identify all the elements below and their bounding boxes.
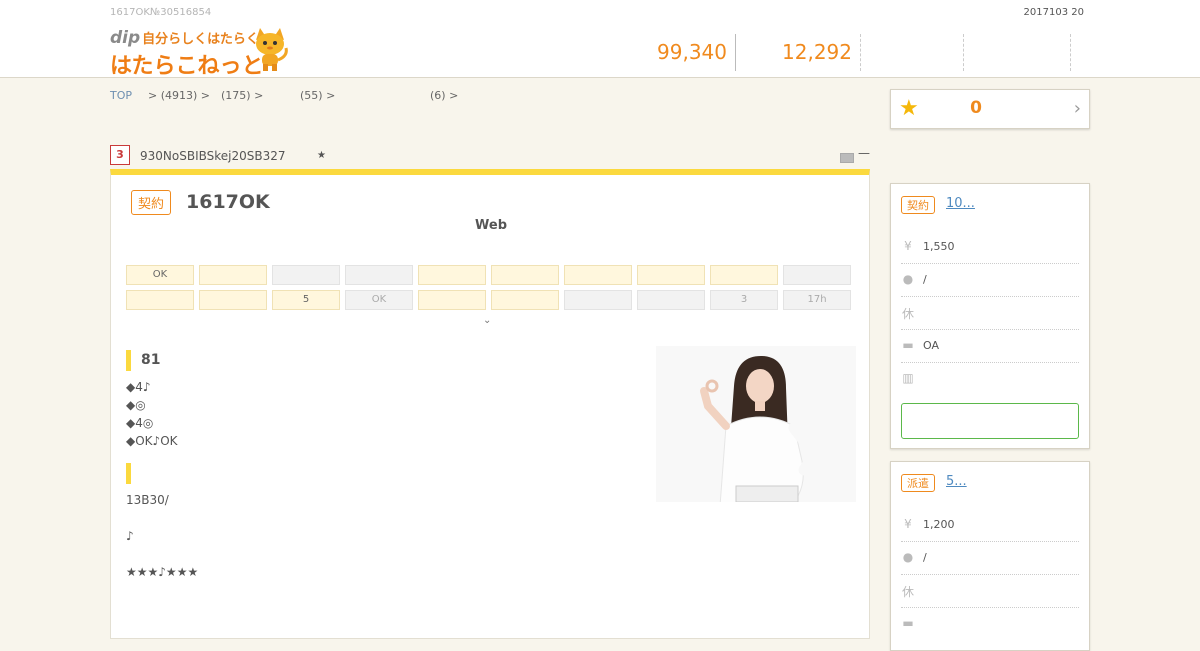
detail-line: ♪ [126,529,134,543]
job-type-value: OA [923,339,939,352]
job-star: ★ [317,150,326,161]
feature-tag [637,290,705,310]
briefcase-icon: ▬ [902,338,914,352]
feature-tag [199,290,267,310]
logo-name: はたらこねっと [110,54,264,79]
feature-tag: 3 [710,290,778,310]
feature-tag: OK [126,265,194,285]
header-date: 2017103 20 [1023,7,1084,18]
catch-line: ◆◎ [126,398,146,412]
expand-chevron-icon[interactable]: ⌄ [483,315,491,326]
counter-jobs-new[interactable]: 12,292 [736,34,860,71]
detail-line: 13B30/ [126,493,169,507]
job-info-row: ● / [901,542,1079,575]
building-icon: ▥ [902,371,914,385]
feature-tag: 5 [272,290,340,310]
job-subtitle: Web [475,218,507,233]
detail-line: ★★★♪★★★ [126,565,199,579]
location-value: / [923,551,927,564]
feature-tag [345,265,413,285]
counter-divider [1070,34,1071,71]
feature-tag [126,290,194,310]
header-job-summary: 1617OK№30516854 [110,7,212,18]
header-nav-slot[interactable] [861,34,963,71]
catch-line: ◆4♪ [126,380,151,394]
contract-badge: 契約 [131,190,172,215]
logo-brand: dip [110,28,141,48]
feature-tag [491,265,559,285]
mail-icon[interactable] [840,153,854,163]
feature-tag [199,265,267,285]
job-header: 3 930NoSBIBSkej20SB327 ★ — [110,145,870,170]
rank-badge: 3 [110,145,130,165]
breadcrumb-top-link[interactable]: TOP [110,89,132,102]
job-info-row: 休 [901,297,1079,330]
job-title[interactable]: 1617OK [186,191,270,213]
feature-tag [564,290,632,310]
related-job-card: 派遣 5... ¥1,200 ● / 休 ▬ [890,461,1090,651]
pay-value: 1,200 [923,518,955,531]
favorites-count: 0 [970,98,982,118]
job-info-row: 休 [901,575,1079,608]
site-header: 1617OK№30516854 2017103 20 dip 自分らしくはたらく … [0,0,1200,79]
related-job-card: 契約 10... ¥1,550 ● / 休 ▬ OA ▥ [890,183,1090,449]
location-value: / [923,273,927,286]
feature-tag [491,290,559,310]
briefcase-icon: ▬ [902,616,914,630]
breadcrumb-item[interactable]: (55) > [300,89,335,102]
feature-tag [710,265,778,285]
cat-mascot-icon [256,28,288,71]
feature-tag [272,265,340,285]
feature-tag [783,265,851,285]
feature-tag: 17h [783,290,851,310]
breadcrumb-item[interactable]: (6) > [430,89,458,102]
counter-jobs-total[interactable]: 99,340 [650,34,735,71]
site-logo[interactable]: dip 自分らしくはたらく はたらこねっと [110,26,300,79]
favorites-box[interactable]: ★ 0 › [890,89,1090,129]
breadcrumb-item[interactable]: (175) > [221,89,263,102]
feature-tag: OK [345,290,413,310]
section-heading-detail [126,463,141,484]
feature-tag [418,265,486,285]
header-nav-slot[interactable] [964,34,1070,71]
catch-line: ◆OK♪OK [126,434,178,448]
feature-tag [637,265,705,285]
job-info-row: ▬ [901,608,1079,641]
view-detail-button[interactable] [901,403,1079,439]
job-card: 契約 1617OK Web OK 5 OK 3 17h ⌄ 81 ◆4♪ ◆◎ … [110,169,870,639]
contract-badge: 契約 [901,196,935,214]
breadcrumb-item[interactable]: > (4913) > [148,89,210,102]
job-photo [656,346,856,502]
related-job-title[interactable]: 10... [946,196,975,211]
holiday-icon: 休 [901,307,914,321]
job-info-row: ▬ OA [901,330,1079,363]
feature-grid-row-1: OK [126,265,854,285]
location-icon: ● [902,550,914,564]
catch-line: ◆4◎ [126,416,154,430]
job-info-row: ● / [901,264,1079,297]
mail-label: — [858,146,870,160]
yen-icon: ¥ [904,517,912,531]
job-info-row: ▥ [901,363,1079,396]
job-info-row: ¥1,550 [901,231,1079,264]
job-id: 930NoSBIBSkej20SB327 [140,149,286,163]
job-info-row: ¥1,200 [901,509,1079,542]
feature-grid-row-2: 5 OK 3 17h [126,290,854,310]
chevron-right-icon: › [1073,98,1081,119]
location-icon: ● [902,272,914,286]
logo-tagline: 自分らしくはたらく [142,32,259,47]
yen-icon: ¥ [904,239,912,253]
feature-tag [564,265,632,285]
feature-tag [418,290,486,310]
dispatch-badge: 派遣 [901,474,935,492]
section-heading-catch: 81 [126,350,160,371]
pay-value: 1,550 [923,240,955,253]
header-counters: 99,340 12,292 [650,34,1071,71]
holiday-icon: 休 [901,585,914,599]
related-job-title[interactable]: 5... [946,474,967,489]
